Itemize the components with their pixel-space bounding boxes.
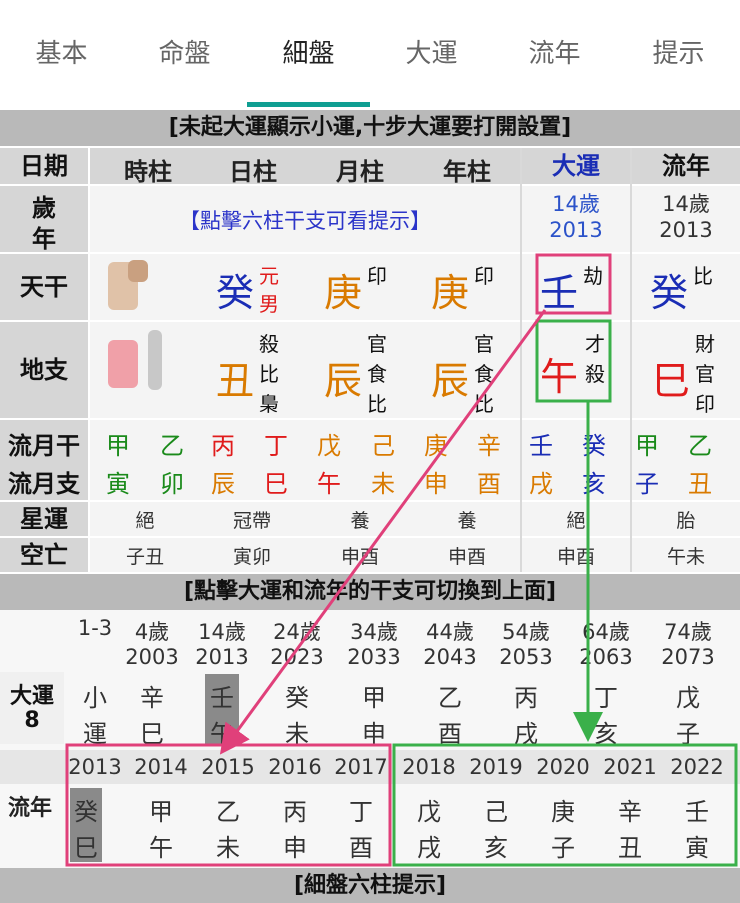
app-root: 基本 命盤 細盤 大運 流年 提示 [未起大運顯示小運,十步大運要打開設置] 日… xyxy=(0,0,740,903)
liunian-green-box xyxy=(392,743,738,867)
liunian-magenta-box xyxy=(65,743,392,867)
magenta-arrow xyxy=(219,309,547,755)
dayun-branch-highlight-box xyxy=(535,319,612,403)
annotation-overlay xyxy=(65,253,738,867)
dayun-stem-highlight-box xyxy=(535,253,612,315)
